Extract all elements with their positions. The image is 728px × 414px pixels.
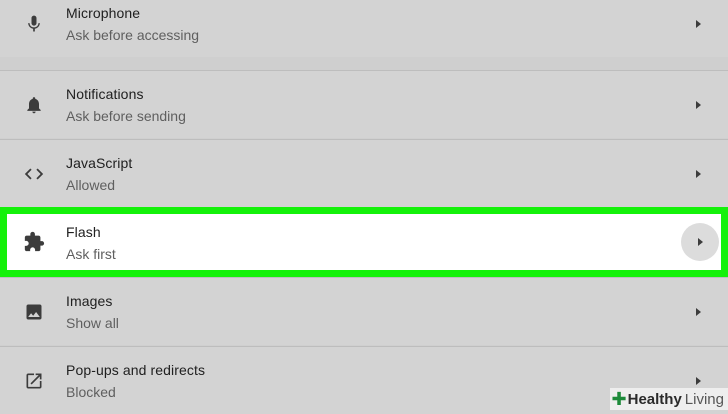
setting-title: Flash [66, 224, 101, 240]
setting-title: Pop-ups and redirects [66, 362, 206, 378]
microphone-icon [22, 12, 46, 36]
setting-title: JavaScript [66, 155, 133, 171]
setting-row-microphone[interactable]: Microphone Ask before accessing [0, 0, 728, 57]
code-brackets-icon [22, 162, 46, 186]
chevron-right-icon[interactable] [686, 93, 710, 117]
setting-subtitle: Ask before accessing [66, 27, 200, 43]
setting-subtitle: Show all [66, 315, 119, 331]
setting-title: Microphone [66, 5, 141, 21]
setting-subtitle: Ask before sending [66, 108, 186, 124]
plus-icon: ✚ [611, 388, 627, 409]
watermark-logo: ✚ Healthy Living [609, 388, 728, 410]
chevron-right-icon[interactable] [686, 162, 710, 186]
image-icon [22, 300, 46, 324]
setting-title: Notifications [66, 86, 144, 102]
site-settings-list: Microphone Ask before accessing Notifica… [0, 0, 728, 414]
watermark-text-light: Living [684, 390, 724, 408]
chevron-right-icon[interactable] [686, 300, 710, 324]
bell-icon [22, 93, 46, 117]
setting-row-javascript[interactable]: JavaScript Allowed [0, 139, 728, 207]
setting-row-images[interactable]: Images Show all [0, 277, 728, 345]
open-in-new-icon [22, 369, 46, 393]
setting-title: Images [66, 293, 113, 309]
setting-row-flash[interactable]: Flash Ask first [0, 207, 728, 277]
puzzle-piece-icon [22, 230, 46, 254]
setting-subtitle: Allowed [66, 177, 116, 193]
chevron-right-icon[interactable] [686, 12, 710, 36]
watermark-text-bold: Healthy [627, 390, 682, 408]
setting-row-notifications[interactable]: Notifications Ask before sending [0, 70, 728, 138]
setting-subtitle: Blocked [66, 384, 116, 400]
setting-subtitle: Ask first [66, 246, 116, 262]
chevron-right-icon[interactable] [681, 223, 719, 261]
